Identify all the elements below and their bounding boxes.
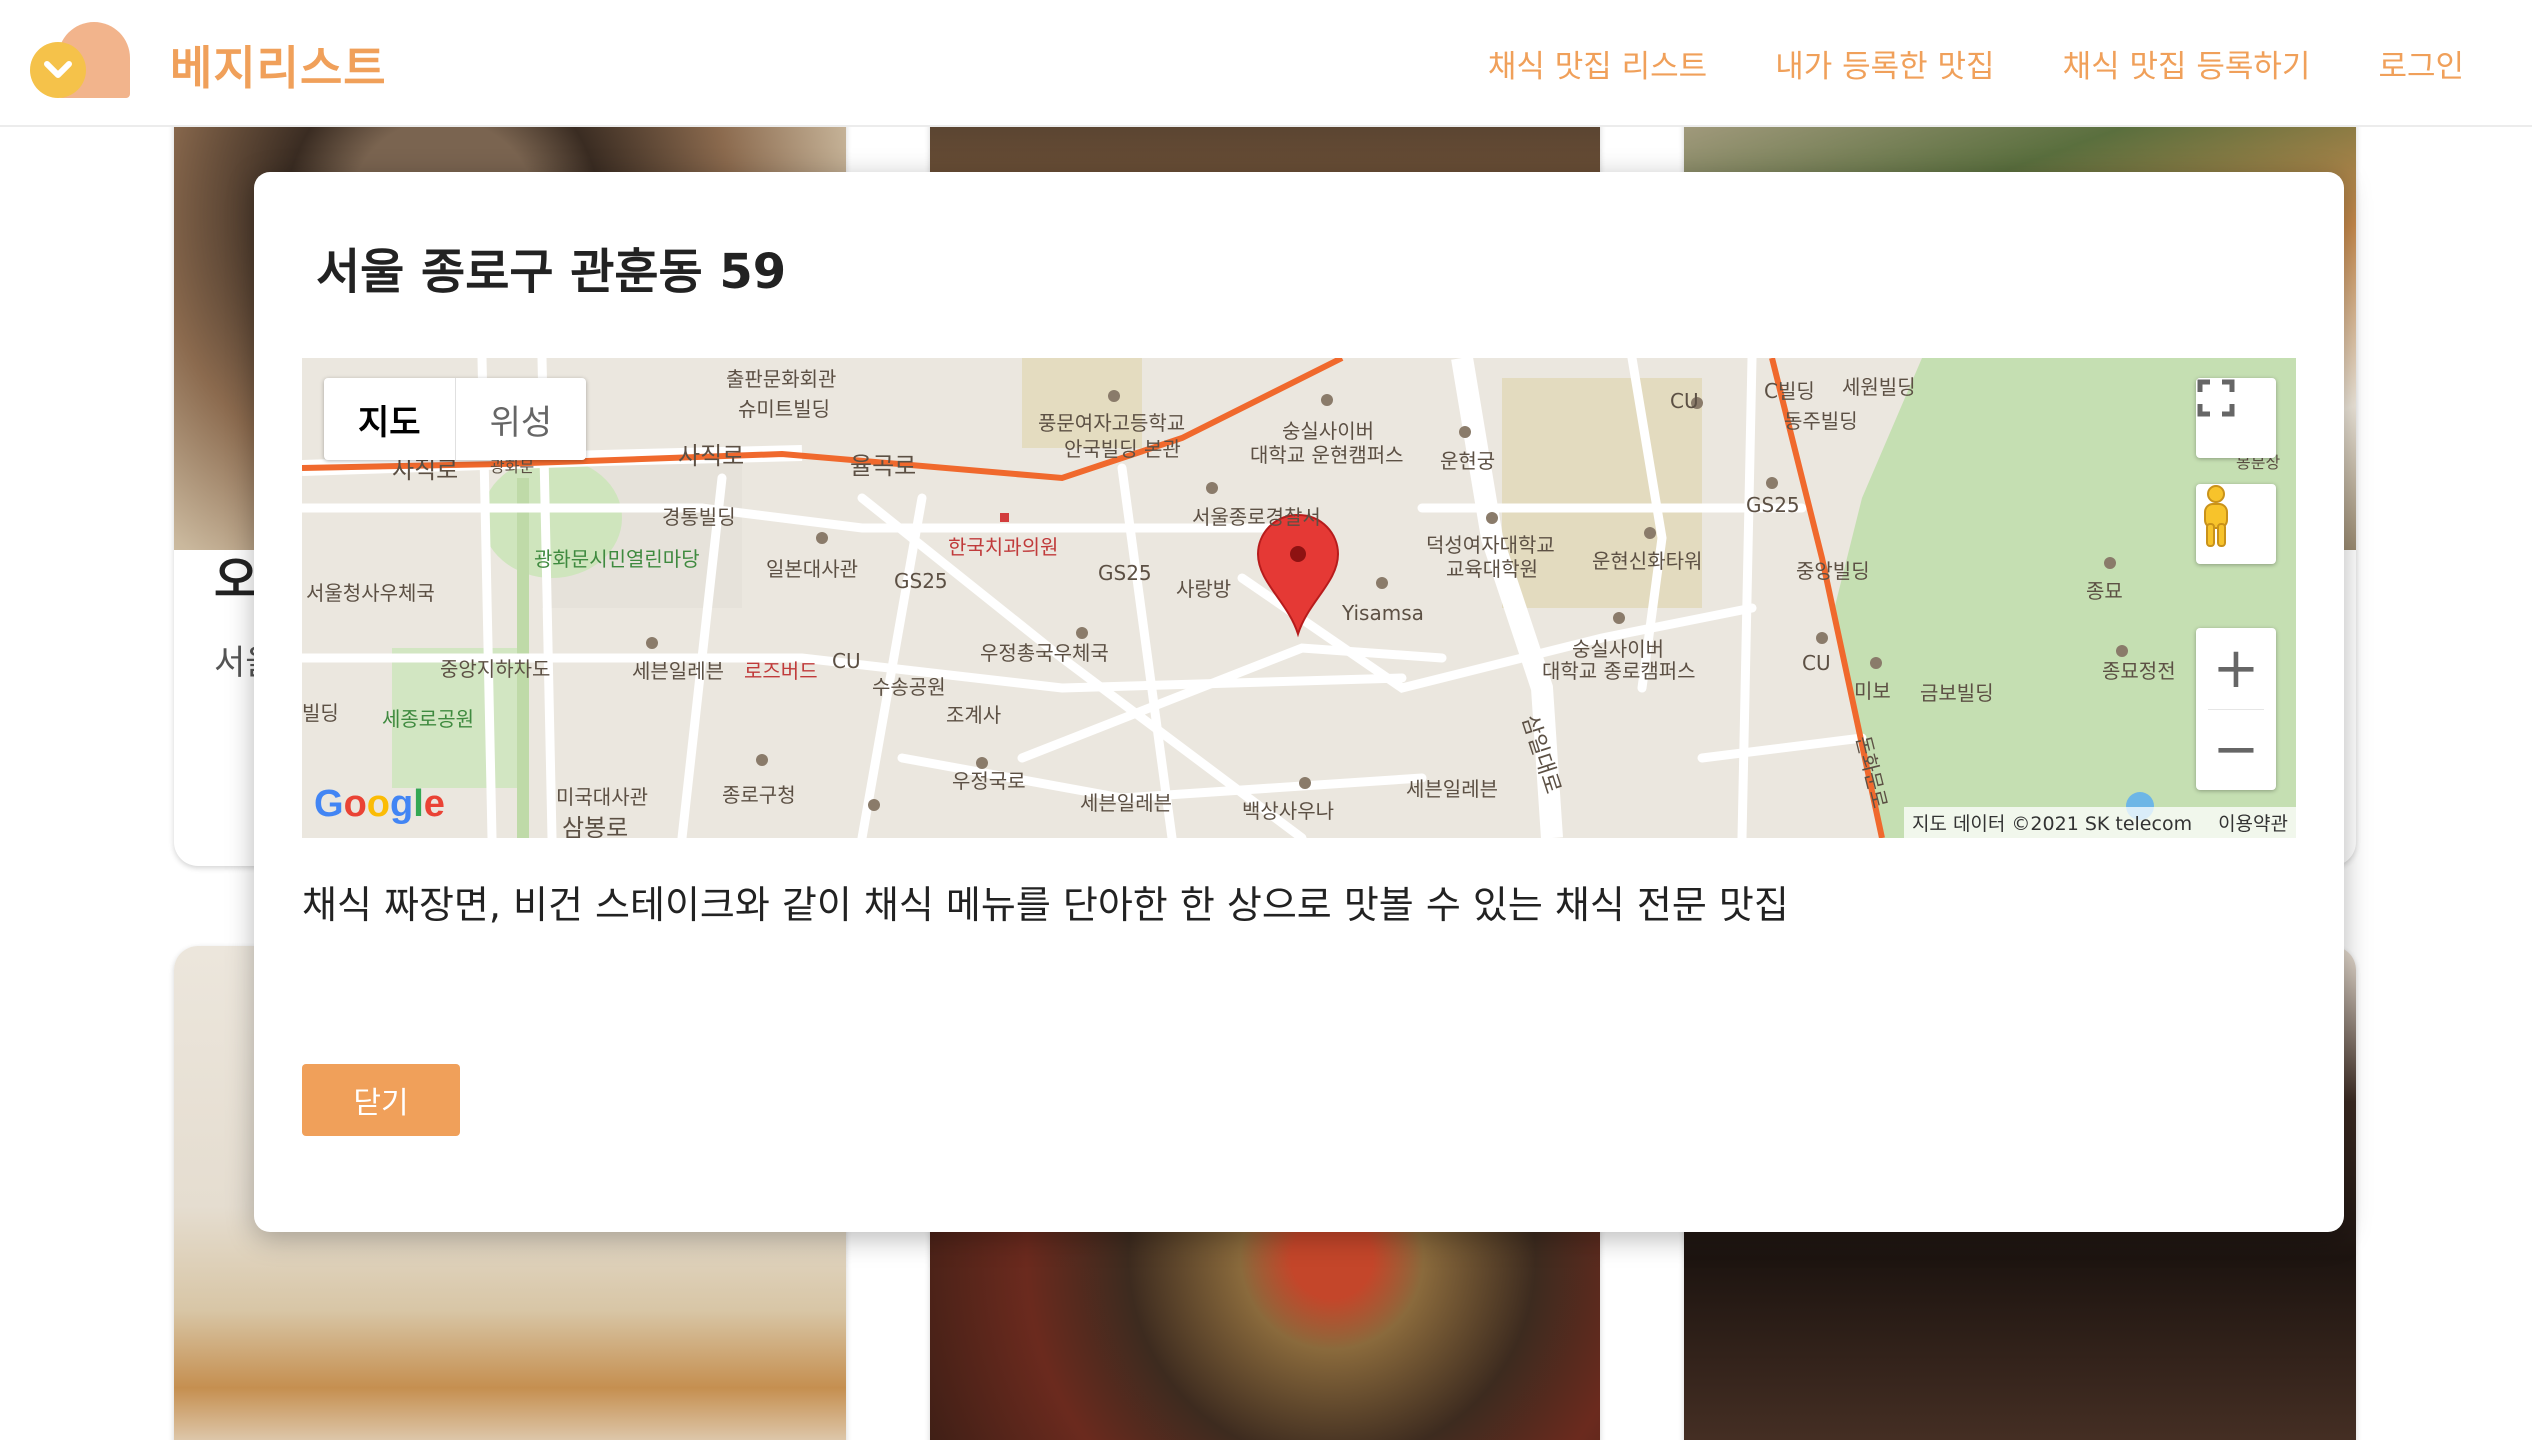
- brand-name[interactable]: 베지리스트: [170, 32, 387, 98]
- top-header: 베지리스트 채식 맛집 리스트 내가 등록한 맛집 채식 맛집 등록하기 로그인: [0, 0, 2532, 127]
- map-place-label: 로즈버드: [744, 659, 818, 683]
- map-place-label: CU: [832, 649, 861, 673]
- map-place-label: 일본대사관: [766, 557, 858, 581]
- main-nav: 채식 맛집 리스트 내가 등록한 맛집 채식 맛집 등록하기 로그인: [1488, 0, 2532, 127]
- map-type-satellite-button[interactable]: 위성: [456, 378, 587, 460]
- card-title: 오: [214, 552, 259, 608]
- map-place-label: 중앙빌딩: [1796, 559, 1870, 583]
- map-place-label: CU: [1802, 651, 1831, 675]
- nav-vegan-list[interactable]: 채식 맛집 리스트: [1488, 41, 1707, 86]
- map-place-label: 한국치과의원: [948, 535, 1058, 559]
- map-place-label: 덕성여자대학교: [1426, 533, 1555, 557]
- map-type-toggle: 지도 위성: [324, 378, 587, 460]
- map-type-roadmap-button[interactable]: 지도: [324, 378, 456, 460]
- logo-shape-front: [30, 42, 86, 98]
- google-logo[interactable]: Google: [314, 783, 445, 826]
- map-place-label: 서울종로경찰서: [1192, 505, 1321, 529]
- map-place-label: 조계사: [946, 703, 1001, 727]
- map-place-label: 사랑방: [1176, 577, 1231, 601]
- map-place-label: 풍문여자고등학교: [1038, 411, 1185, 435]
- logo-icon[interactable]: [30, 22, 130, 98]
- map-place-label: C빌딩: [1764, 379, 1815, 403]
- restaurant-description: 채식 짜장면, 비건 스테이크와 같이 채식 메뉴를 단아한 한 상으로 맛볼 …: [302, 883, 1789, 927]
- zoom-in-button[interactable]: +: [2196, 629, 2276, 709]
- map-place-label: CU: [1670, 389, 1699, 413]
- restaurant-detail-modal: 서울 종로구 관훈동 59 출판문화회관 슈미트빌딩 사직로 광화문 사직로 율…: [254, 172, 2344, 1232]
- map-place-label: 사직로: [678, 442, 744, 470]
- map-place-label: 세원빌딩: [1842, 375, 1916, 399]
- map-place-label: 삼봉로: [562, 814, 628, 838]
- map-view[interactable]: 출판문화회관 슈미트빌딩 사직로 광화문 사직로 율곡로 풍문여자고등학교 안국…: [302, 358, 2296, 838]
- map-place-label: 숭실사이버: [1282, 419, 1374, 443]
- map-place-label: 수송공원: [872, 675, 946, 699]
- map-place-label: 대학교 종로캠퍼스: [1542, 659, 1696, 683]
- zoom-out-button[interactable]: −: [2196, 710, 2276, 790]
- map-place-label: 미국대사관: [556, 785, 648, 809]
- map-place-label: 종로구청: [722, 783, 796, 807]
- nav-register-restaurant[interactable]: 채식 맛집 등록하기: [2063, 41, 2311, 86]
- map-canvas[interactable]: 출판문화회관 슈미트빌딩 사직로 광화문 사직로 율곡로 풍문여자고등학교 안국…: [302, 358, 2296, 838]
- map-place-label: 세븐일레븐: [632, 659, 724, 683]
- map-place-label: 세븐일레븐: [1080, 791, 1172, 815]
- map-place-label: GS25: [1746, 493, 1800, 517]
- map-place-label: 교육대학원: [1446, 557, 1538, 581]
- street-view-pegman-button[interactable]: [2196, 484, 2276, 564]
- map-place-label: 백상사우나: [1242, 799, 1334, 823]
- pegman-icon: [2204, 485, 2228, 547]
- map-place-label: GS25: [1098, 561, 1152, 585]
- close-button[interactable]: 닫기: [302, 1064, 460, 1136]
- map-place-label: 숭실사이버: [1572, 637, 1664, 661]
- map-place-label: 중앙지하차도: [440, 657, 550, 681]
- map-place-label: 세종로공원: [382, 707, 474, 731]
- map-place-label: 사직로: [392, 456, 458, 484]
- map-place-label: 우정총국우체국: [980, 641, 1109, 665]
- map-place-label: 출판문화회관: [726, 367, 836, 391]
- terms-link[interactable]: 이용약관: [2218, 809, 2288, 836]
- map-place-label: 서울청사우체국: [306, 581, 435, 605]
- modal-title-address: 서울 종로구 관훈동 59: [316, 244, 787, 300]
- fullscreen-icon: [2197, 379, 2235, 417]
- map-data-credit: 지도 데이터 ©2021 SK telecom: [1911, 813, 2193, 835]
- map-place-label: 율곡로: [850, 452, 916, 480]
- map-place-label: 운현신화타워: [1592, 549, 1702, 573]
- nav-login[interactable]: 로그인: [2378, 41, 2464, 86]
- map-place-label: 우정국로: [952, 769, 1026, 793]
- map-place-label: 동주빌딩: [1784, 409, 1858, 433]
- nav-my-restaurants[interactable]: 내가 등록한 맛집: [1775, 41, 1994, 86]
- fullscreen-button[interactable]: [2196, 378, 2276, 458]
- check-icon: [44, 61, 72, 78]
- map-place-label: 종묘: [2086, 579, 2123, 603]
- map-place-label: Yisamsa: [1341, 601, 1424, 625]
- map-place-label: 광화문시민열린마당: [534, 547, 700, 571]
- map-place-label: 빌딩: [302, 701, 339, 725]
- map-place-label: 운현궁: [1440, 449, 1495, 473]
- map-place-label: 종묘정전: [2102, 659, 2176, 683]
- map-place-label: GS25: [894, 569, 948, 593]
- map-place-label: 경통빌딩: [662, 505, 736, 529]
- map-place-label: 안국빌딩 본관: [1064, 437, 1181, 461]
- zoom-control: + −: [2196, 628, 2276, 790]
- map-place-label: 미보: [1854, 679, 1891, 703]
- map-place-label: 슈미트빌딩: [738, 397, 830, 421]
- map-attribution: 지도 데이터 ©2021 SK telecom 이용약관: [1903, 807, 2296, 838]
- map-place-label: 대학교 운현캠퍼스: [1250, 443, 1404, 467]
- map-place-label: 금보빌딩: [1920, 681, 1994, 705]
- map-place-label: 세븐일레븐: [1406, 777, 1498, 801]
